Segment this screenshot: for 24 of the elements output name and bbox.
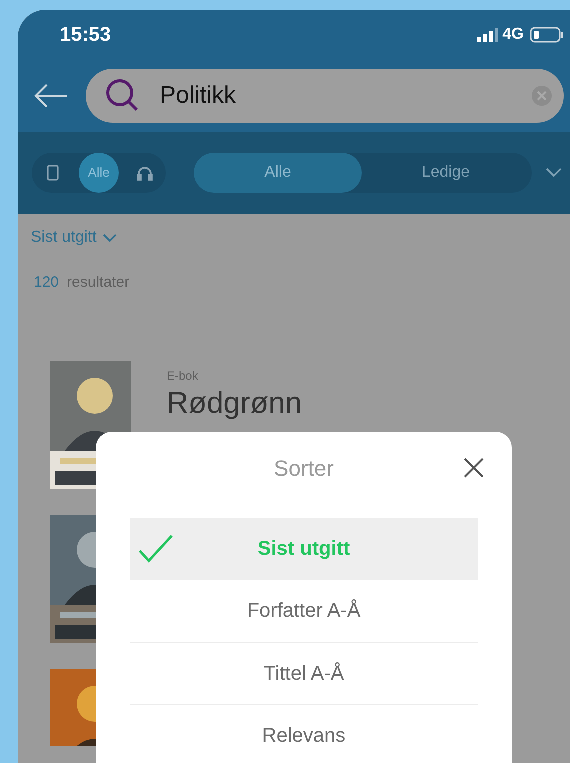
battery-icon (530, 27, 564, 43)
close-icon[interactable] (464, 458, 484, 478)
sort-dropdown[interactable]: Sist utgitt (31, 226, 117, 250)
search-value: Politikk (160, 81, 236, 111)
tablet-icon (47, 165, 59, 181)
format-option[interactable]: Alle (79, 153, 119, 193)
result-number: 120 (34, 273, 60, 293)
availability-tab[interactable]: Ledige (362, 153, 530, 193)
signal-icon (476, 28, 499, 42)
book-format: E-bok (167, 368, 200, 384)
back-arrow-icon[interactable] (34, 83, 68, 109)
search-field[interactable]: Politikk (86, 69, 564, 123)
result-label: resultater (67, 273, 130, 293)
chevron-down-icon (102, 234, 117, 242)
dialog-title: Sorter (274, 454, 334, 482)
chevron-down-icon[interactable] (546, 168, 562, 178)
availability-tab[interactable]: Alle (194, 153, 362, 193)
search-icon (106, 79, 140, 113)
headphones-icon (137, 166, 153, 180)
book-title: Rødgrønn (167, 388, 302, 418)
status-time: 15:53 (60, 23, 112, 48)
checkmark-icon (139, 535, 173, 563)
network-label: 4G (502, 25, 524, 45)
sort-option[interactable]: Sist utgitt (130, 518, 478, 580)
